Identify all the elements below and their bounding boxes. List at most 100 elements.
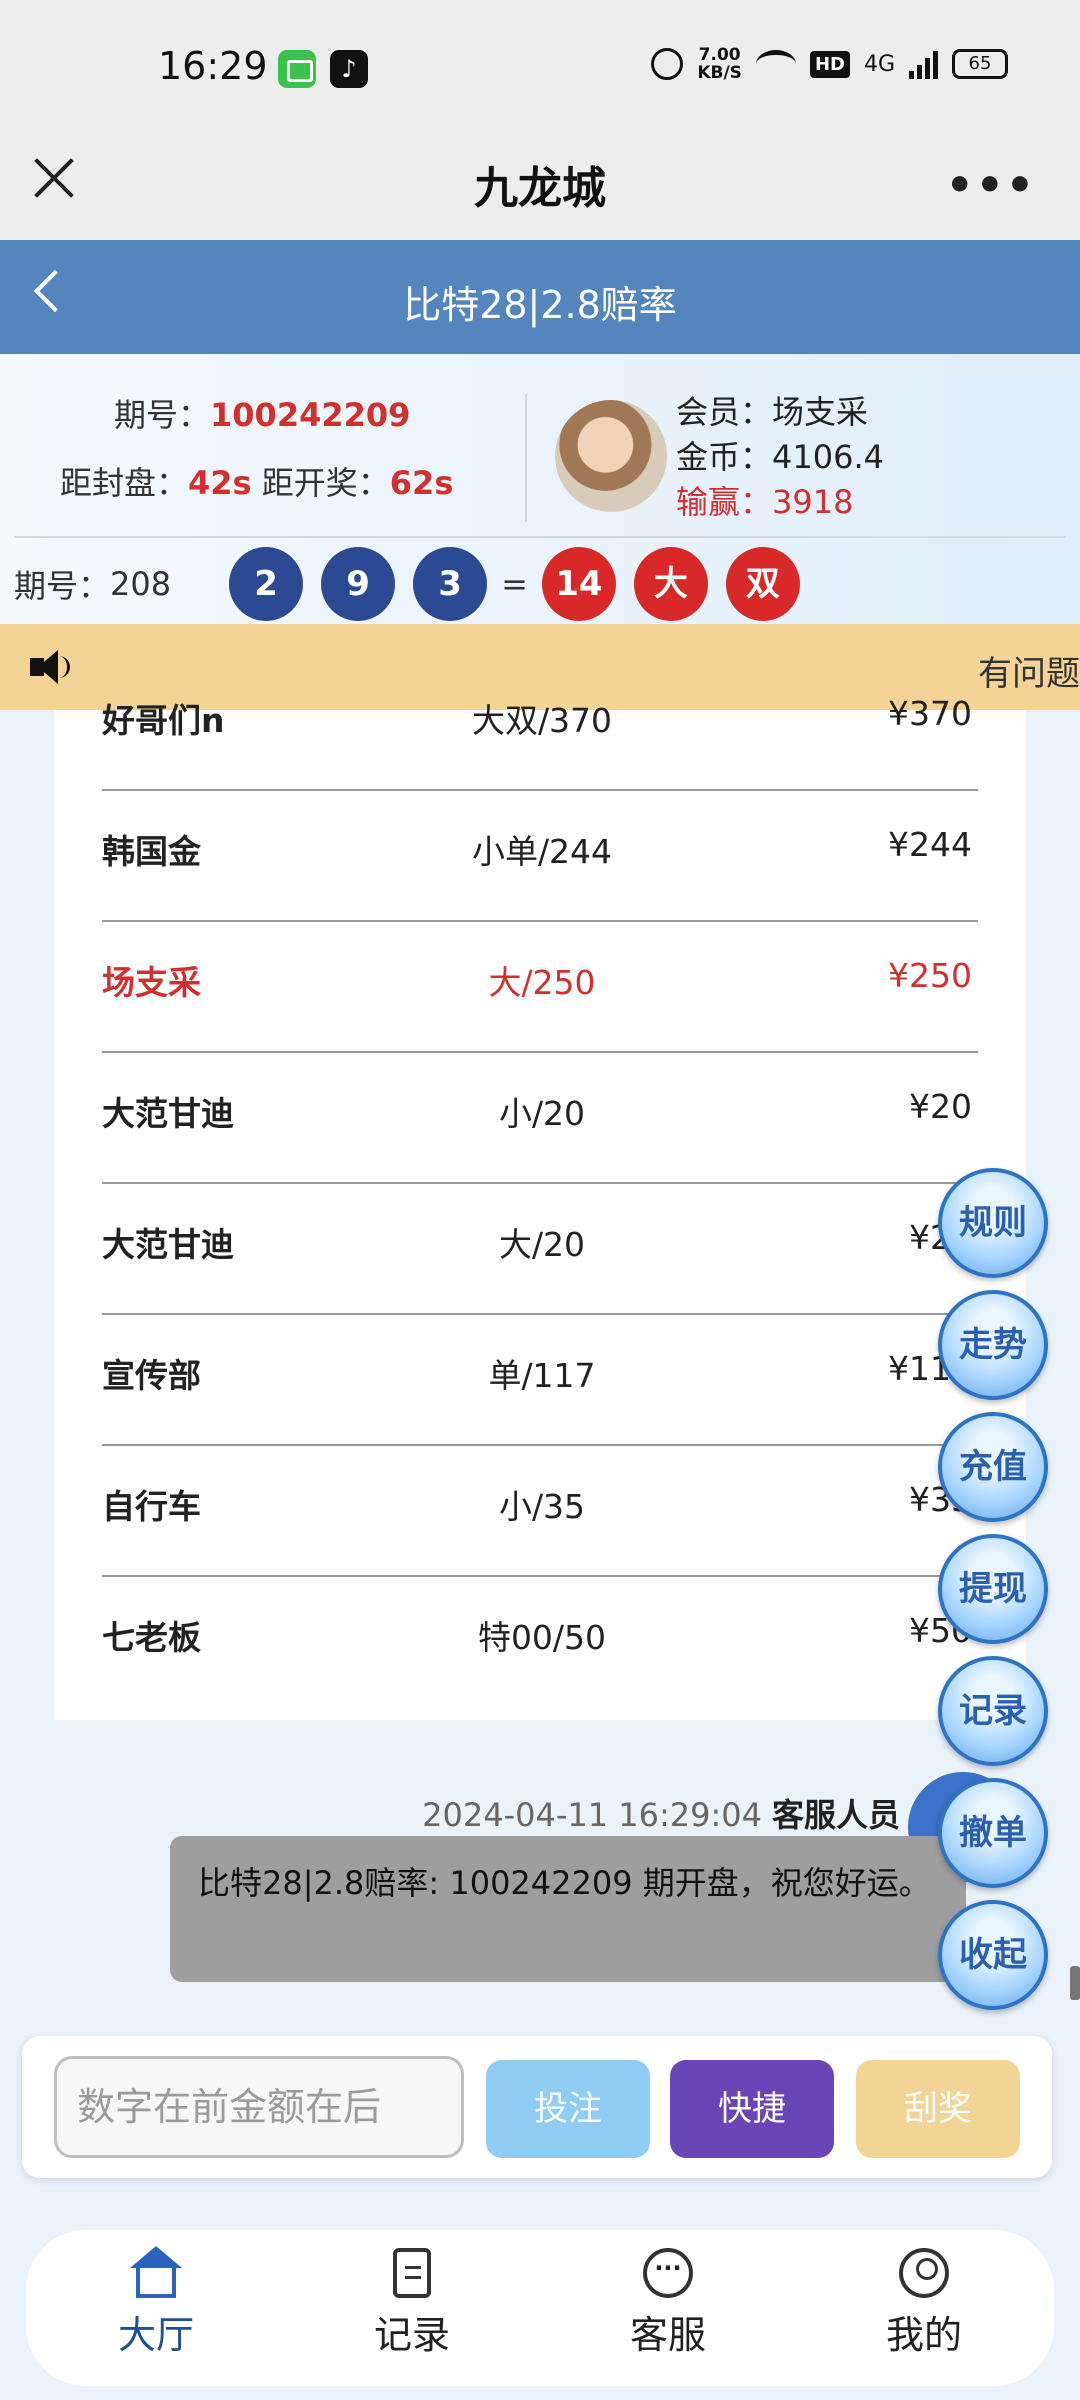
nav-label: 大厅 (117, 2313, 194, 2357)
bet-user: 大范甘迪 (102, 1094, 234, 1133)
notice-text: 有问题 (978, 654, 1080, 694)
bet-user: 大范甘迪 (102, 1225, 234, 1264)
chat-timestamp: 2024-04-11 16:29:04 (422, 1796, 762, 1834)
round-status: 期号：100242209 距封盘：42s 距开奖：62s (60, 390, 453, 504)
tiktok-app-icon: ♪ (330, 50, 368, 88)
bet-row: 韩国金 小单/244 ¥244 (102, 791, 978, 922)
bet-user: 韩国金 (102, 832, 201, 871)
withdraw-button[interactable]: 提现 (938, 1534, 1048, 1644)
bet-row-current-user: 场支采 大/250 ¥250 (102, 922, 978, 1053)
period-label: 期号： (114, 396, 211, 434)
last-period: 208 (110, 565, 172, 603)
bet-row: 七老板 特00/50 ¥50 (102, 1577, 978, 1708)
bet-selection: 大/20 (498, 1225, 586, 1264)
alarm-icon (651, 48, 684, 80)
divider (525, 394, 527, 522)
last-period-label: 期号： (14, 567, 111, 605)
chat-bubble: 比特28|2.8赔率: 100242209 期开盘，祝您好运。 (170, 1836, 966, 1982)
bet-selection: 大/250 (488, 963, 596, 1002)
bet-user: 好哥们n (102, 701, 225, 740)
bet-selection: 小单/244 (471, 832, 613, 871)
status-time: 16:29 (158, 44, 268, 88)
quick-bet-button[interactable]: 快捷 (670, 2060, 834, 2158)
network-type: 4G (863, 51, 895, 77)
bet-user: 七老板 (102, 1618, 201, 1657)
nav-lobby[interactable]: 大厅 (76, 2246, 236, 2359)
bet-selection: 大双/370 (471, 701, 613, 740)
document-icon (393, 2248, 431, 2298)
bet-amount: ¥20 (909, 1087, 972, 1126)
chat-icon (643, 2248, 693, 2298)
hd-badge: HD (809, 50, 850, 78)
last-result: 期号： 208 2 9 3 = 14 大 双 (14, 544, 818, 624)
bet-selection: 小/35 (498, 1487, 586, 1526)
bet-selection: 特00/50 (477, 1618, 607, 1657)
bet-user: 场支采 (102, 963, 201, 1002)
game-title: 比特28|2.8赔率 (403, 283, 677, 327)
member-name: 场支采 (772, 393, 869, 431)
game-header: 比特28|2.8赔率 (0, 240, 1080, 354)
scratch-button[interactable]: 刮奖 (856, 2060, 1020, 2158)
records-button[interactable]: 记录 (938, 1656, 1048, 1766)
user-icon (899, 2248, 949, 2298)
nav-label: 客服 (629, 2313, 706, 2357)
bet-row: 宣传部 单/117 ¥117 (102, 1315, 978, 1446)
bet-row: 好哥们n 大双/370 ¥370 (102, 660, 978, 791)
page-title: 九龙城 (474, 163, 606, 214)
result-size: 大 (633, 547, 708, 621)
draw-countdown-label: 距开奖： (251, 464, 390, 502)
deposit-button[interactable]: 充值 (938, 1412, 1048, 1522)
cancel-bet-button[interactable]: 撤单 (938, 1778, 1048, 1888)
current-period: 100242209 (210, 396, 411, 434)
bet-amount: ¥244 (888, 825, 972, 864)
bet-row: 大范甘迪 大/20 ¥20 (102, 1184, 978, 1315)
close-countdown-label: 距封盘： (60, 464, 189, 502)
bet-row: 自行车 小/35 ¥35 (102, 1446, 978, 1577)
nav-support[interactable]: 客服 (588, 2248, 748, 2359)
home-icon (130, 2246, 182, 2298)
draw-countdown: 62s (389, 464, 454, 502)
scrollbar[interactable] (1070, 1966, 1080, 2000)
bet-row: 大范甘迪 小/20 ¥20 (102, 1053, 978, 1184)
nav-records[interactable]: 记录 (332, 2248, 492, 2359)
bet-input[interactable] (54, 2056, 464, 2158)
title-bar: 九龙城 ••• (0, 138, 1080, 240)
messages-app-icon (278, 50, 316, 88)
nav-mine[interactable]: 我的 (844, 2248, 1004, 2359)
status-icons: 7.00 KB/S HD 4G 65 (651, 46, 1008, 82)
result-parity: 双 (725, 547, 800, 621)
bet-amount: ¥250 (888, 956, 972, 995)
bottom-nav: 大厅 记录 客服 我的 (26, 2230, 1054, 2386)
bet-selection: 单/117 (488, 1356, 596, 1395)
result-ball: 9 (321, 547, 396, 621)
bet-amount: ¥370 (888, 694, 972, 733)
bet-user: 宣传部 (102, 1356, 201, 1395)
place-bet-button[interactable]: 投注 (486, 2060, 650, 2158)
speaker-icon[interactable] (30, 648, 72, 686)
result-ball: 2 (229, 547, 304, 621)
bet-user: 自行车 (102, 1487, 201, 1526)
divider (14, 536, 1066, 538)
round-info-panel: 期号：100242209 距封盘：42s 距开奖：62s 会员：场支采 金币：4… (0, 354, 1080, 624)
avatar (555, 400, 667, 512)
trend-button[interactable]: 走势 (938, 1290, 1048, 1400)
battery-icon: 65 (952, 49, 1008, 79)
status-bar: 16:29 ♪ 7.00 KB/S HD 4G 65 (0, 0, 1080, 138)
bet-list: 好哥们n 大双/370 ¥370 韩国金 小单/244 ¥244 场支采 大/2… (54, 694, 1026, 1720)
member-info: 会员：场支采 金币：4106.4 输赢：3918 (676, 390, 884, 525)
result-sum: 14 (541, 547, 616, 621)
network-speed: 7.00 KB/S (697, 45, 742, 83)
bet-selection: 小/20 (498, 1094, 586, 1133)
close-countdown: 42s (188, 464, 252, 502)
more-options-icon[interactable]: ••• (946, 160, 1036, 211)
bet-input-bar: 投注 快捷 刮奖 (22, 2036, 1052, 2178)
chat-message-meta: 2024-04-11 16:29:04 客服人员 (422, 1790, 900, 1836)
rules-button[interactable]: 规则 (938, 1168, 1048, 1278)
signal-icon (909, 49, 938, 79)
equals-sign: = (501, 565, 528, 603)
winloss-label: 输赢： (676, 483, 773, 521)
collapse-button[interactable]: 收起 (938, 1900, 1048, 2010)
winloss-value: 3918 (772, 483, 854, 521)
chat-sender: 客服人员 (771, 1796, 900, 1834)
coins-value: 4106.4 (772, 438, 884, 476)
